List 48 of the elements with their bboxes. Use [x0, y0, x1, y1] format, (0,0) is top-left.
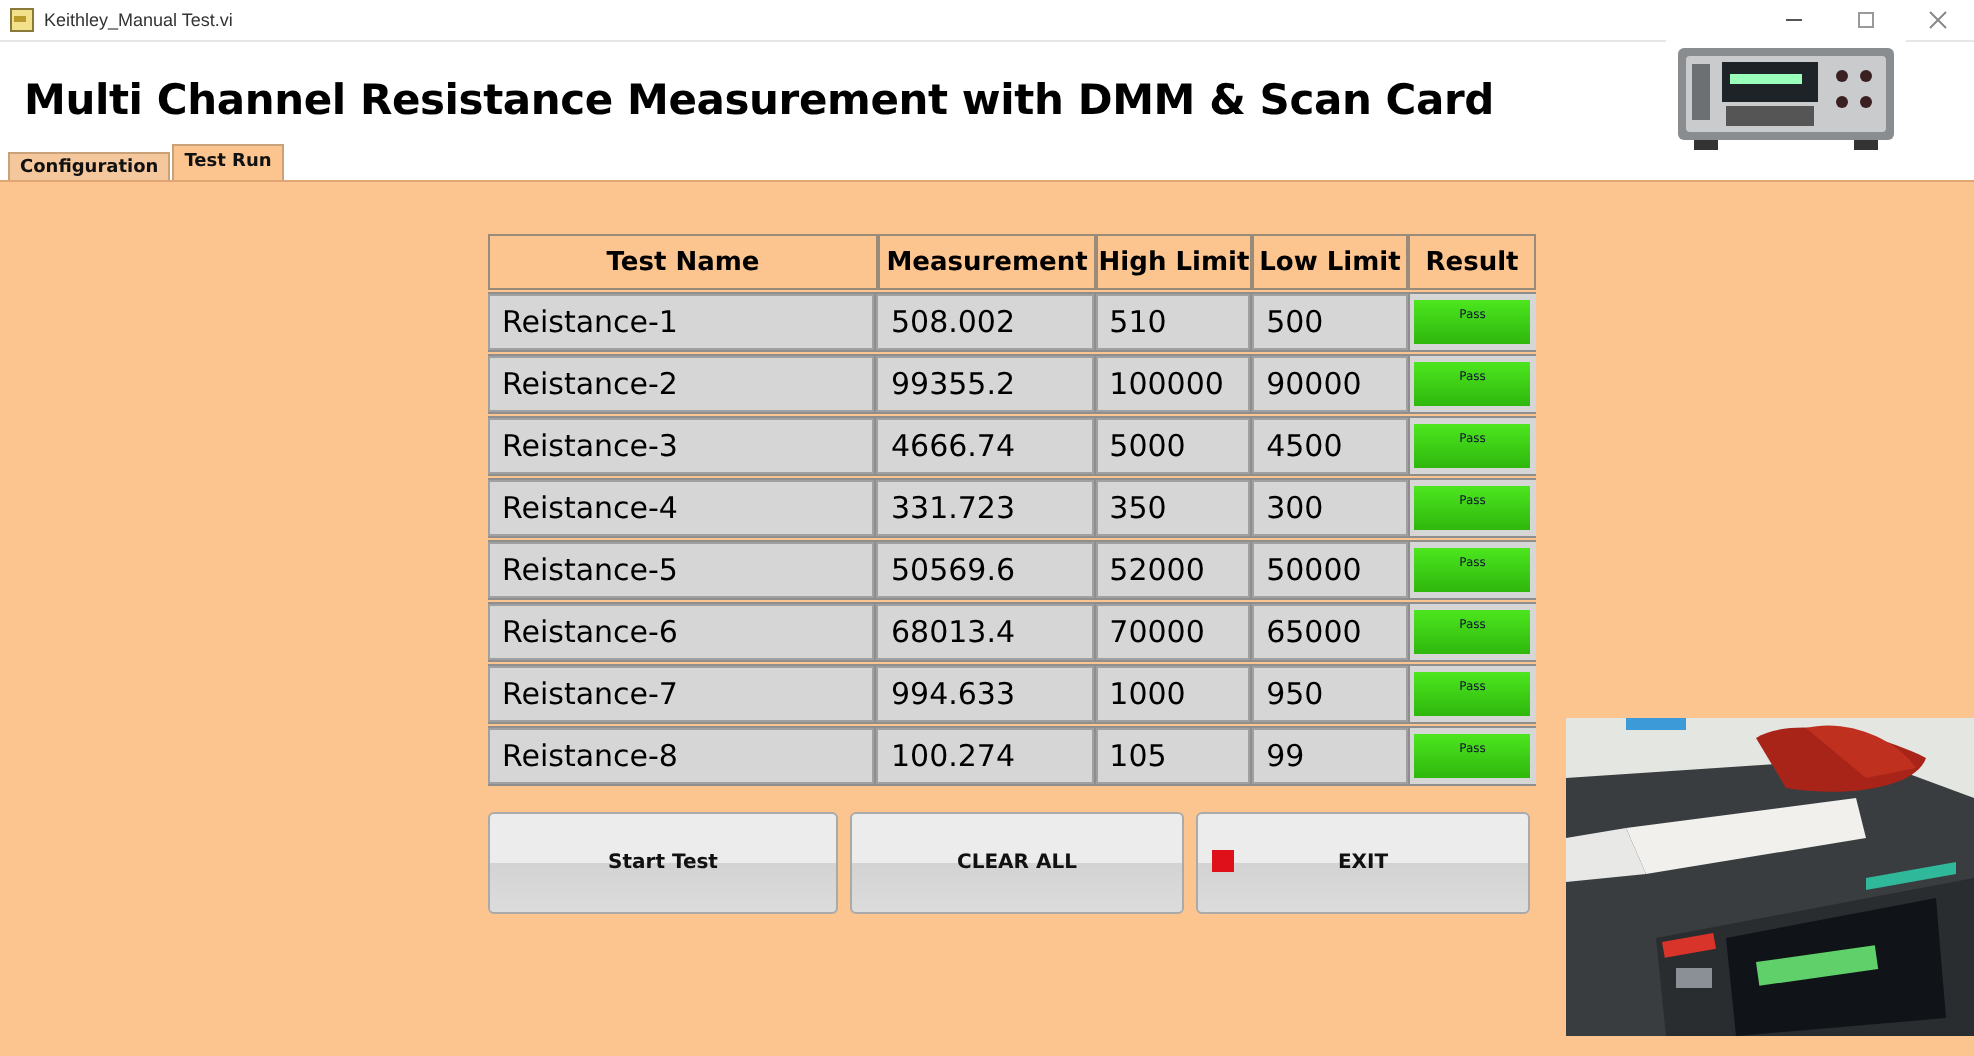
table-cell: 99355.2	[876, 356, 1094, 412]
table-cell: Reistance-4	[488, 480, 875, 536]
table-cell: 100000	[1095, 356, 1251, 412]
app-icon	[10, 8, 34, 32]
table-cell: 508.002	[876, 294, 1094, 350]
table-cell: 90000	[1252, 356, 1408, 412]
tab[interactable]: Configuration	[8, 152, 171, 180]
table-cell: 50569.6	[876, 542, 1094, 598]
page-heading: Multi Channel Resistance Measurement with DMM & Scan Card	[24, 76, 1494, 124]
stop-icon	[1212, 850, 1234, 872]
table-cell: 99	[1252, 728, 1408, 784]
table-cell: 1000	[1095, 666, 1251, 722]
maximize-icon[interactable]	[1856, 10, 1876, 30]
tab[interactable]: Test Run	[172, 144, 284, 182]
column-header: Low Limit	[1252, 234, 1408, 290]
table-cell: Reistance-2	[488, 356, 875, 412]
column-header: High Limit	[1096, 234, 1252, 290]
action-button[interactable]: Start Test	[488, 812, 838, 914]
table-cell: Reistance-8	[488, 728, 875, 784]
table-cell: 510	[1095, 294, 1251, 350]
table-cell: 100.274	[876, 728, 1094, 784]
column-header: Measurement	[878, 234, 1096, 290]
table-cell: Reistance-6	[488, 604, 875, 660]
table-cell: 300	[1252, 480, 1408, 536]
window-title: Keithley_Manual Test.vi	[44, 10, 233, 30]
table-cell: 65000	[1252, 604, 1408, 660]
table-cell: 331.723	[876, 480, 1094, 536]
table-cell: 70000	[1095, 604, 1251, 660]
table-cell: 950	[1252, 666, 1408, 722]
column-header: Test Name	[488, 234, 878, 290]
table-cell: 52000	[1095, 542, 1251, 598]
table-cell: Reistance-7	[488, 666, 875, 722]
close-icon[interactable]	[1928, 10, 1948, 30]
table-cell: 4500	[1252, 418, 1408, 474]
table-cell: 5000	[1095, 418, 1251, 474]
action-button[interactable]: CLEAR ALL	[850, 812, 1184, 914]
table-cell: Reistance-3	[488, 418, 875, 474]
table-cell: 50000	[1252, 542, 1408, 598]
action-button[interactable]: EXIT	[1196, 812, 1530, 914]
table-cell: 4666.74	[876, 418, 1094, 474]
table-cell: 105	[1095, 728, 1251, 784]
table-cell: 500	[1252, 294, 1408, 350]
column-header: Result	[1408, 234, 1536, 290]
table-cell: Reistance-5	[488, 542, 875, 598]
table-cell: 350	[1095, 480, 1251, 536]
table-cell: 994.633	[876, 666, 1094, 722]
table-cell: 68013.4	[876, 604, 1094, 660]
table-cell: Reistance-1	[488, 294, 875, 350]
